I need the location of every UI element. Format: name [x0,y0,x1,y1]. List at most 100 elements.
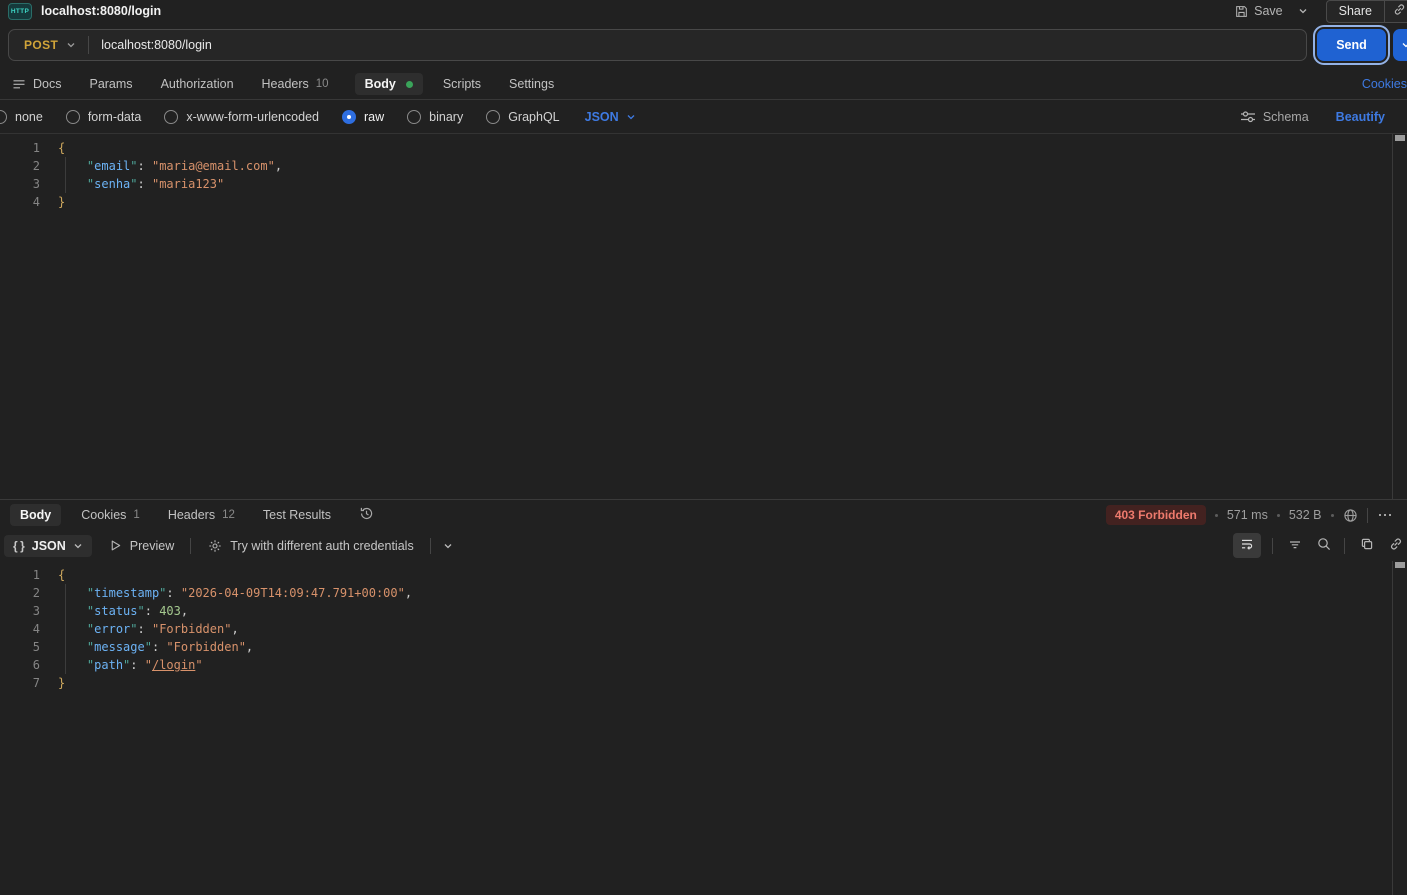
tab-count-badge: 12 [222,509,235,521]
tab-count-badge: 10 [315,78,329,90]
response-tab-headers[interactable]: Headers 12 [166,504,237,526]
code-line: "timestamp": "2026-04-09T14:09:47.791+00… [86,586,413,600]
scrollbar-thumb[interactable] [1395,135,1405,141]
code-line: "path": "/login" [86,658,203,672]
body-mode-options: none form-data x-www-form-urlencoded raw bin… [0,109,583,124]
send-button[interactable]: Send [1317,29,1386,61]
response-history-button[interactable] [359,506,374,524]
editor-scrollbar[interactable] [1392,561,1407,895]
tab-label: Cookies [81,508,127,522]
send-options-button[interactable] [1393,29,1407,61]
request-body-editor[interactable]: 1{2 "email": "maria@email.com", 3 "senha"… [0,134,1407,499]
response-tabs-row: Body Cookies 1 Headers 12 Test Results 403 Fo… [0,500,1407,530]
tab-label: Body [364,77,396,91]
auth-suggestion-button[interactable]: Try with different auth credentials [208,539,414,553]
preview-button[interactable]: Preview [109,539,174,553]
wrap-text-button[interactable] [1233,533,1261,558]
tab-label: Headers [261,77,309,91]
radio-icon [407,109,422,124]
url-input[interactable]: localhost:8080/login [89,38,212,52]
filter-icon [1288,538,1302,551]
link-icon [1393,3,1406,16]
search-button[interactable] [1317,537,1331,554]
request-tab-scripts[interactable]: Scripts [441,73,483,95]
copy-icon [1360,537,1374,551]
radio-icon [0,109,7,124]
response-tab-cookies[interactable]: Cookies 1 [79,504,142,526]
filter-button[interactable] [1288,538,1302,554]
response-size[interactable]: 532 B [1289,508,1322,522]
status-badge[interactable]: 403 Forbidden [1105,505,1206,525]
suggestion-options-button[interactable] [443,541,453,551]
request-tab-docs[interactable]: Docs [10,73,63,95]
body-mode-graphql[interactable]: GraphQL [486,109,560,124]
code-line: { [58,141,66,155]
request-tab-body[interactable]: Body [354,73,423,95]
wrap-text-icon [1240,537,1254,551]
response-tab-body[interactable]: Body [10,504,62,526]
save-options-button[interactable] [1292,4,1314,18]
save-button[interactable]: Save [1230,2,1288,20]
response-tab-test-results[interactable]: Test Results [261,504,333,526]
save-label: Save [1254,4,1283,18]
request-tab-headers[interactable]: Headers 10 [260,73,331,95]
method-selector[interactable]: POST [9,38,88,52]
meta-divider [1366,507,1368,523]
request-tab-authorization[interactable]: Authorization [159,73,236,95]
editor-line: 6 "path": "/login" [0,656,1407,674]
body-mode-form-data[interactable]: form-data [65,109,142,124]
radio-icon [65,109,80,124]
response-body-editor[interactable]: 1{2 "timestamp": "2026-04-09T14:09:47.79… [0,561,1407,895]
copy-button[interactable] [1360,537,1374,554]
cookies-link[interactable]: Cookies [1362,77,1407,91]
schema-button[interactable]: Schema [1240,110,1309,124]
editor-lines: 1{2 "email": "maria@email.com", 3 "senha"… [0,134,1407,211]
tab-label: Params [89,77,133,91]
editor-line: 3 "status": 403, [0,602,1407,620]
chevron-down-icon [1298,6,1308,16]
editor-line: 5 "message": "Forbidden", [0,638,1407,656]
history-icon [359,506,374,521]
body-mode-binary[interactable]: binary [407,109,463,124]
request-tab-settings[interactable]: Settings [507,73,556,95]
response-more-button[interactable] [1377,513,1398,517]
body-mode-x-www-form-urlencoded[interactable]: x-www-form-urlencoded [164,109,319,124]
language-selector[interactable]: JSON [585,110,636,124]
tab-label: Settings [509,77,555,91]
code-line: "email": "maria@email.com", [86,159,283,173]
share-button[interactable]: Share [1327,4,1384,18]
body-mode-raw[interactable]: raw [342,109,385,124]
response-time[interactable]: 571 ms [1227,508,1268,522]
request-title: localhost:8080/login [41,4,162,18]
titlebar: HTTP localhost:8080/login Save Share [0,0,1407,23]
beautify-button[interactable]: Beautify [1336,110,1397,124]
mode-label: raw [364,109,385,124]
mode-label: form-data [87,109,142,124]
editor-line: 3 "senha": "maria123" [0,175,1407,193]
radio-icon [164,109,179,124]
copy-link-button[interactable] [1385,3,1407,19]
link-icon [1389,537,1403,551]
request-tabs-row: Docs Params Authorization Headers 10 Body Scri… [0,69,1407,100]
line-number: 2 [32,586,40,600]
line-number: 4 [32,622,40,636]
editor-line: 4 "error": "Forbidden", [0,620,1407,638]
line-number: 1 [32,568,40,582]
tab-label: Headers [167,508,216,522]
response-toolbar: { } JSON Preview Try with different auth… [0,530,1407,561]
preview-label: Preview [129,538,175,553]
request-tab-params[interactable]: Params [87,73,134,95]
scrollbar-thumb[interactable] [1395,562,1405,568]
line-number: 5 [32,640,40,654]
body-mode-none[interactable]: none [0,109,43,124]
sliders-icon [1240,110,1256,123]
code-line: "status": 403, [86,604,189,618]
toolbar-divider [429,537,431,554]
code-line: "message": "Forbidden", [86,640,254,654]
globe-icon[interactable] [1343,508,1358,523]
dot-separator [1330,513,1334,517]
scroll-to-link-button[interactable] [1389,537,1403,554]
editor-line: 4} [0,193,1407,211]
response-format-selector[interactable]: { } JSON [4,534,92,557]
editor-scrollbar[interactable] [1392,134,1407,499]
